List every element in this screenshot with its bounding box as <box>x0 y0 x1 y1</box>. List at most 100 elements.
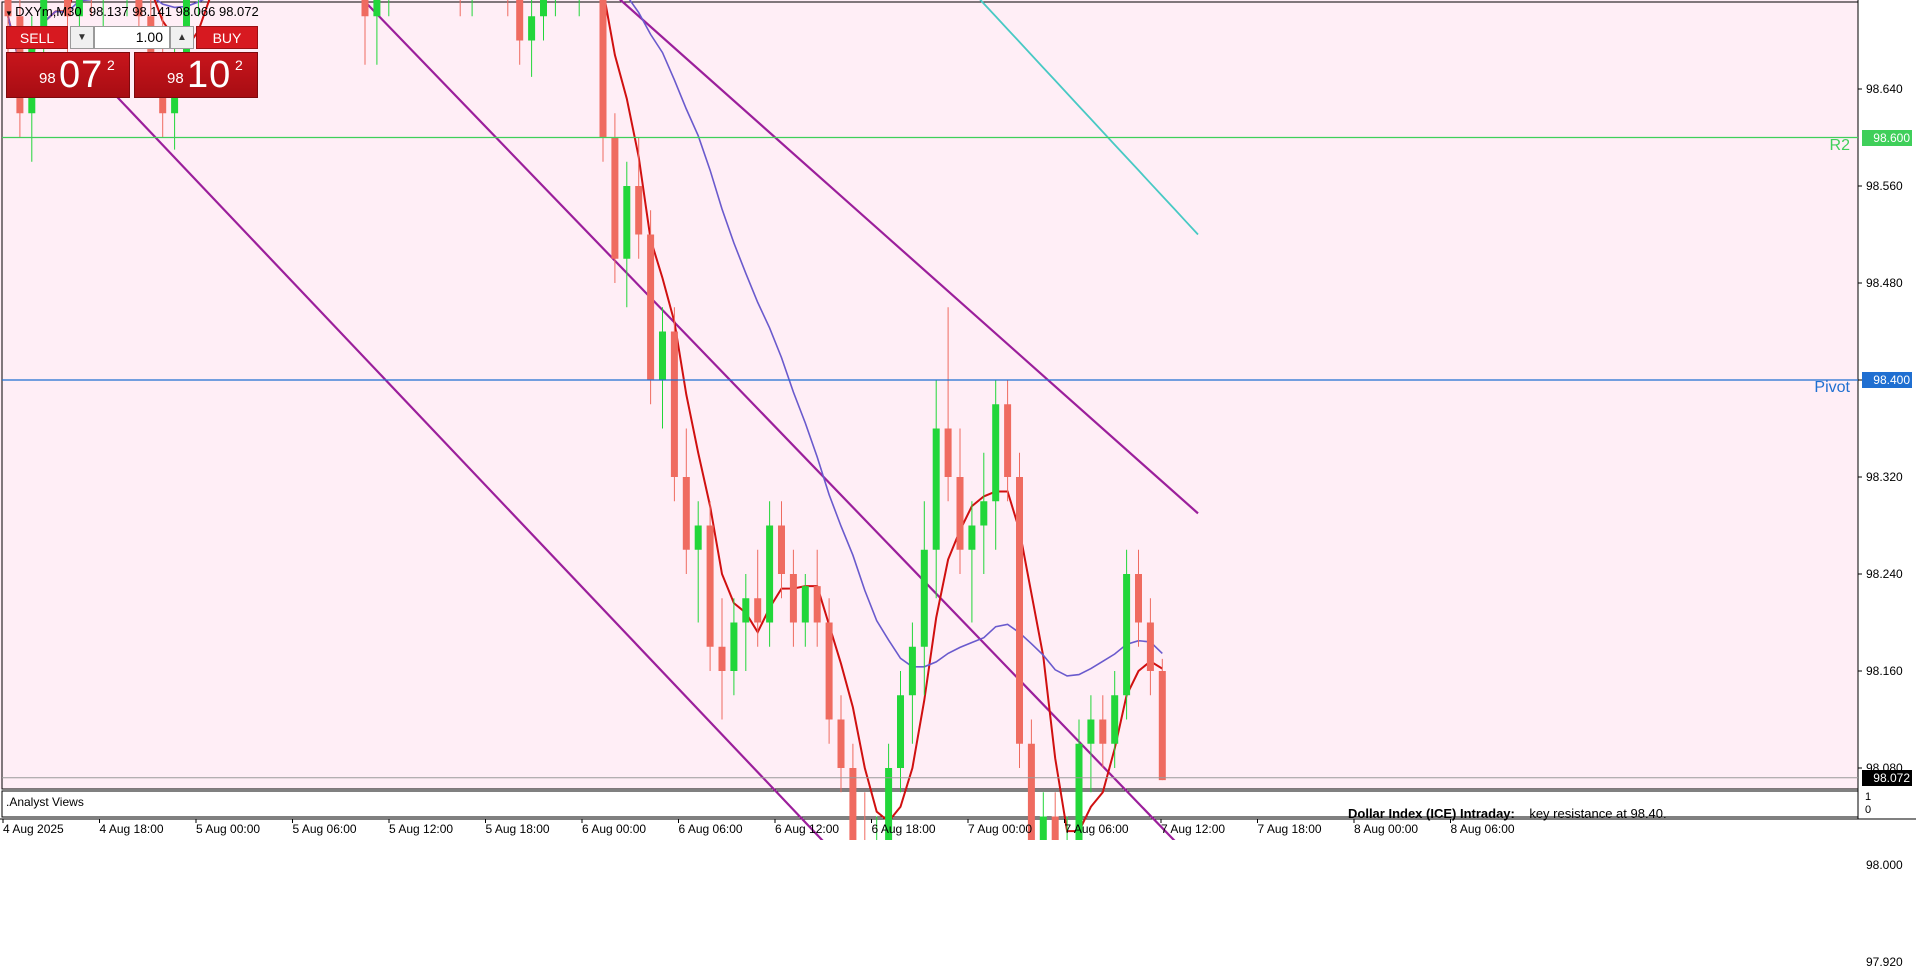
level-name-r2: R2 <box>1829 136 1850 154</box>
candle-body <box>897 695 904 768</box>
price-scale-label: 98.160 <box>1866 664 1903 678</box>
subwindow-scale-bottom: 0 <box>1865 804 1872 816</box>
level-name-pivot: Pivot <box>1814 379 1850 396</box>
candle <box>1158 658 1166 781</box>
candle <box>647 210 655 405</box>
time-axis-label: 6 Aug 18:00 <box>871 822 936 836</box>
candle-body <box>373 0 381 17</box>
candle-body <box>528 16 536 41</box>
candle-body <box>1016 477 1023 744</box>
time-axis-label: 5 Aug 06:00 <box>292 822 357 836</box>
lots-input[interactable]: 1.00 <box>94 26 170 49</box>
candle-body <box>801 586 809 623</box>
candle-body <box>778 525 785 574</box>
chevron-down-icon: ▼ <box>77 32 87 43</box>
sell-price-sup: 2 <box>107 57 115 73</box>
time-axis-label: 4 Aug 2025 <box>3 822 64 836</box>
level-badge-pivot: 98.400 <box>1862 372 1912 388</box>
candle-body <box>1123 574 1131 696</box>
candle-body <box>694 525 702 550</box>
symbol-name: DXYm,M30 <box>15 4 82 19</box>
candle-body <box>825 622 833 720</box>
candle-body <box>944 428 952 477</box>
lots-decrease-button[interactable]: ▼ <box>70 26 94 49</box>
time-axis-label: 7 Aug 12:00 <box>1161 822 1226 836</box>
candle-body <box>956 477 964 550</box>
candle-body <box>635 186 643 235</box>
candle <box>1123 549 1131 720</box>
symbol-ohlc: 98.137 98.141 98.066 98.072 <box>88 4 259 19</box>
time-axis-label: 5 Aug 18:00 <box>485 822 550 836</box>
candle-body <box>1087 719 1095 744</box>
candle-body <box>849 768 857 840</box>
time-axis-label: 6 Aug 00:00 <box>582 822 647 836</box>
candle-body <box>754 598 762 623</box>
sell-price-button[interactable]: 98 07 2 <box>6 52 130 98</box>
candle-body <box>611 137 619 259</box>
candle-body <box>837 719 845 768</box>
candle-body <box>670 331 678 477</box>
buy-price-prefix: 98 <box>167 70 184 87</box>
candle-body <box>599 0 607 138</box>
price-scale-label: 98.000 <box>1866 858 1903 872</box>
candle-body <box>968 525 976 550</box>
time-axis-label: 6 Aug 12:00 <box>775 822 840 836</box>
candle-body <box>920 549 928 647</box>
analyst-view-title: Dollar Index (ICE) Intraday: <box>1348 806 1515 821</box>
price-scale-label: 98.480 <box>1866 276 1903 290</box>
candle-body <box>1051 816 1059 840</box>
candle-body <box>706 525 714 647</box>
time-axis-label: 7 Aug 06:00 <box>1064 822 1129 836</box>
subwindow-scale-top: 1 <box>1865 791 1872 803</box>
candle-body <box>647 234 655 380</box>
time-axis-label: 4 Aug 18:00 <box>99 822 164 836</box>
price-scale-label: 98.320 <box>1866 470 1903 484</box>
candle-body <box>742 598 750 623</box>
candle-body <box>789 574 797 623</box>
candle-body <box>1158 671 1166 781</box>
price-scale-label: 98.560 <box>1866 179 1903 193</box>
time-axis-label: 5 Aug 00:00 <box>196 822 261 836</box>
candle-body <box>540 0 547 17</box>
candle-body <box>1039 816 1047 840</box>
candle-body <box>1099 719 1107 744</box>
candle-body <box>1111 695 1119 744</box>
lots-increase-button[interactable]: ▲ <box>170 26 194 49</box>
price-chart[interactable] <box>0 0 1916 840</box>
buy-button[interactable]: BUY <box>196 26 258 49</box>
time-axis-label: 7 Aug 00:00 <box>968 822 1033 836</box>
sell-price-prefix: 98 <box>39 70 56 87</box>
analyst-view-text: Dollar Index (ICE) Intraday: key resista… <box>1348 806 1667 821</box>
candle <box>611 113 619 283</box>
buy-price-button[interactable]: 98 10 2 <box>134 52 258 98</box>
price-scale-label: 98.240 <box>1866 567 1903 581</box>
sell-button[interactable]: SELL <box>6 26 68 49</box>
candle-body <box>361 0 369 17</box>
current-price-badge: 98.072 <box>1862 769 1912 786</box>
time-axis-label: 7 Aug 18:00 <box>1257 822 1322 836</box>
level-badge-r2: 98.600 <box>1862 129 1912 146</box>
price-scale-label: 98.640 <box>1866 82 1903 96</box>
sell-price-big: 07 <box>59 54 104 96</box>
candle-body <box>908 646 916 696</box>
time-axis-label: 5 Aug 12:00 <box>389 822 454 836</box>
candle-body <box>1004 404 1012 477</box>
analyst-view-body: key resistance at 98.40. <box>1529 806 1667 821</box>
candle-body <box>682 477 690 550</box>
time-axis-label: 8 Aug 06:00 <box>1450 822 1515 836</box>
candle-body <box>718 646 726 671</box>
candle-body <box>992 404 1000 502</box>
candle-body <box>730 622 738 671</box>
candle-body <box>623 186 631 259</box>
one-click-trading-panel: SELL ▼ 1.00 ▲ BUY 98 07 2 98 10 2 <box>6 26 258 98</box>
symbol-title: ▼ DXYm,M30 98.137 98.141 98.066 98.072 <box>5 4 259 19</box>
candle-body <box>932 428 940 550</box>
candle-body <box>766 525 774 623</box>
price-scale-area <box>1858 0 1916 840</box>
candle-body <box>980 501 988 526</box>
candle-body <box>516 0 524 41</box>
time-axis-label: 6 Aug 06:00 <box>678 822 743 836</box>
candle <box>1016 452 1023 768</box>
trade-arrow-icon: ▼ <box>5 9 16 18</box>
candle <box>670 307 678 502</box>
